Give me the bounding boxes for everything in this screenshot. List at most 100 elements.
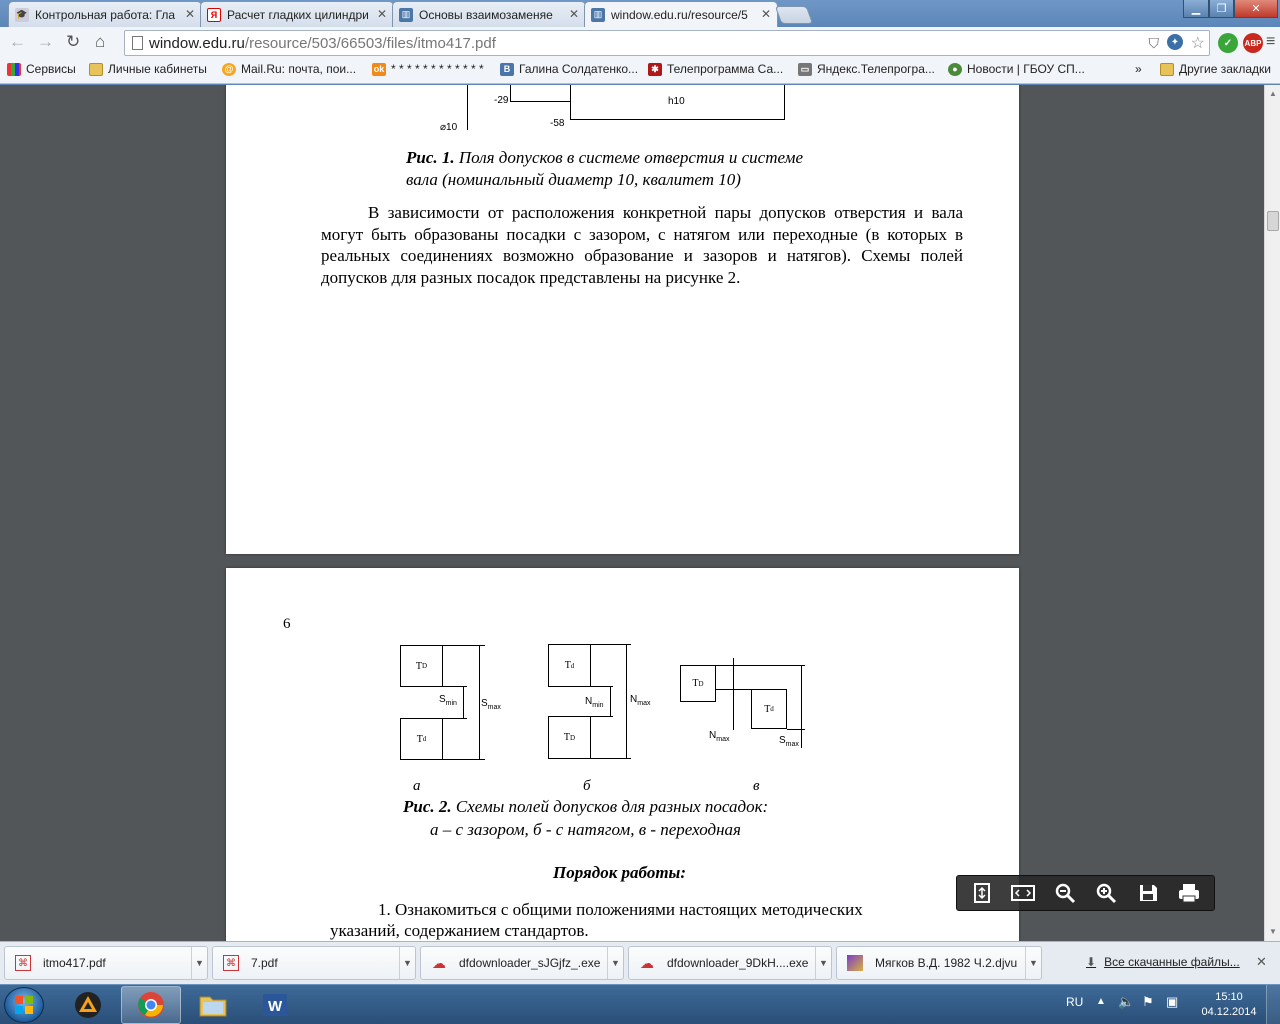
bookmark-services[interactable]: Сервисы [7, 62, 76, 76]
orange-triangle-app-icon [75, 992, 101, 1018]
fig1-caption: Рис. 1. Поля допусков в системе отверсти… [406, 148, 804, 167]
bookmark-star-icon[interactable]: ☆ [1191, 33, 1205, 53]
fit-width-icon[interactable] [1006, 878, 1040, 908]
fig2c-dim-line [733, 658, 734, 730]
bookmark-vk[interactable]: B Галина Солдатенко... [500, 62, 638, 76]
close-tab-icon[interactable]: ✕ [377, 7, 387, 21]
start-button[interactable] [4, 987, 44, 1023]
all-downloads-link[interactable]: ⬇ Все скачанные файлы... [1086, 955, 1240, 969]
language-indicator[interactable]: RU [1066, 995, 1083, 1009]
fig2b-nmin-label: Nmin [585, 696, 604, 709]
address-bar[interactable]: window.edu.ru/resource/503/66503/files/i… [124, 30, 1210, 56]
fig1-axis [467, 85, 468, 130]
scroll-down-arrow-icon[interactable]: ▼ [1269, 927, 1277, 936]
pdf-page-5: -29 h10 -58 ⌀10 Рис. 1. Поля допусков в … [226, 85, 1019, 554]
bookmark-news-gbou[interactable]: ● Новости | ГБОУ СП... [948, 62, 1085, 76]
tv-screen-icon: ▭ [798, 62, 812, 76]
clock-time: 15:10 [1215, 991, 1243, 1003]
chevron-down-icon[interactable]: ▼ [399, 947, 415, 979]
folder-icon [1160, 62, 1174, 76]
fit-page-icon[interactable] [965, 878, 999, 908]
close-tab-icon[interactable]: ✕ [569, 7, 579, 21]
page-number: 6 [283, 616, 291, 632]
book-icon: ▥ [591, 7, 605, 22]
reload-icon[interactable]: ↻ [66, 32, 80, 52]
volume-icon[interactable]: 🔈 [1118, 994, 1134, 1010]
mailru-icon: @ [222, 62, 236, 76]
scroll-up-arrow-icon[interactable]: ▲ [1269, 89, 1277, 98]
tab-control-work[interactable]: 🎓 Контрольная работа: Гла ✕ [8, 1, 202, 27]
vertical-scrollbar[interactable]: ▲ ▼ [1264, 85, 1280, 941]
security-shield-icon[interactable]: ✓ [1218, 33, 1238, 53]
download-item[interactable]: ⌘ 7.pdf ▼ [212, 946, 416, 980]
taskbar-app-explorer[interactable] [183, 986, 243, 1024]
fig2a-dim-line [479, 646, 480, 759]
fig2b-shaft-field: Td [548, 644, 591, 687]
adblock-icon[interactable]: ABP [1243, 33, 1263, 53]
fig1-label-minus58: -58 [550, 118, 565, 129]
network-icon[interactable]: ▣ [1166, 994, 1178, 1010]
download-item[interactable]: ☁ dfdownloader_sJGjfz_.exe ▼ [420, 946, 624, 980]
translate-icon[interactable]: ✦ [1167, 34, 1183, 50]
download-arrow-icon: ⬇ [1086, 955, 1097, 969]
odnoklassniki-icon: ok [372, 62, 386, 76]
action-center-flag-icon[interactable]: ⚑ [1142, 994, 1154, 1010]
zoom-in-icon[interactable] [1089, 878, 1123, 908]
scrollbar-thumb[interactable] [1267, 211, 1279, 231]
folder-icon [199, 996, 227, 1017]
fig2c-line [787, 729, 805, 730]
minimize-button[interactable]: ▁ [1183, 0, 1209, 18]
tab-interchangeability[interactable]: ▥ Основы взаимозаменяе ✕ [392, 1, 586, 27]
bookmark-yandex-tv[interactable]: ▭ Яндекс.Телепрогра... [798, 62, 935, 76]
browser-tab-strip: 🎓 Контрольная работа: Гла ✕ Я Расчет гла… [0, 0, 1280, 27]
close-tab-icon[interactable]: ✕ [761, 7, 771, 21]
tab-pdf-active[interactable]: ▥ window.edu.ru/resource/5 ✕ [584, 1, 778, 27]
close-tab-icon[interactable]: ✕ [185, 7, 195, 21]
bookmark-tv-program[interactable]: ✱ Телепрограмма Са... [648, 62, 783, 76]
pdf-viewer[interactable]: -29 h10 -58 ⌀10 Рис. 1. Поля допусков в … [0, 85, 1264, 941]
fig2b-dim-line [610, 686, 611, 716]
chevron-down-icon[interactable]: ▼ [815, 947, 831, 979]
shield-icon[interactable]: ⛉ [1149, 35, 1160, 52]
close-shelf-icon[interactable]: ✕ [1256, 954, 1267, 970]
chrome-icon [138, 992, 164, 1018]
download-item[interactable]: ⌘ itmo417.pdf ▼ [4, 946, 208, 980]
fig2b-line [591, 644, 631, 645]
bookmark-personal-cabinets[interactable]: Личные кабинеты [89, 62, 207, 76]
tray-expand-icon[interactable]: ▲ [1096, 996, 1106, 1007]
word-icon: W [263, 994, 287, 1016]
pdf-file-icon: ⌘ [15, 955, 31, 971]
chevron-down-icon[interactable]: ▼ [607, 947, 623, 979]
bookmark-mailru[interactable]: @ Mail.Ru: почта, пои... [222, 62, 356, 76]
zoom-out-icon[interactable] [1048, 878, 1082, 908]
clock[interactable]: 15:10 04.12.2014 [1196, 990, 1262, 1020]
bookmark-odnoklassniki[interactable]: ok * * * * * * * * * * * * [372, 62, 484, 76]
fig2b-letter: б [583, 778, 591, 794]
menu-icon[interactable]: ≡ [1266, 33, 1275, 51]
fig2-caption-line2: а – с зазором, б - с натягом, в - перехо… [430, 820, 741, 839]
download-item[interactable]: Мягков В.Д. 1982 Ч.2.djvu ▼ [836, 946, 1042, 980]
other-bookmarks[interactable]: Другие закладки [1160, 62, 1271, 76]
taskbar-app-avast[interactable] [58, 986, 118, 1024]
new-tab-button[interactable] [774, 6, 814, 24]
fig2c-shaft-field: Td [751, 689, 787, 729]
globe-icon: ● [948, 62, 962, 76]
print-icon[interactable] [1172, 878, 1206, 908]
close-window-button[interactable]: ✕ [1234, 0, 1278, 18]
forward-arrow-icon[interactable]: → [37, 32, 54, 52]
save-icon[interactable] [1131, 878, 1165, 908]
bookmarks-overflow-button[interactable]: » [1135, 62, 1142, 76]
home-icon[interactable]: ⌂ [95, 32, 105, 52]
download-item[interactable]: ☁ dfdownloader_9DkH....exe ▼ [628, 946, 832, 980]
back-arrow-icon[interactable]: ← [9, 32, 26, 52]
tab-smooth-cylinders[interactable]: Я Расчет гладких цилиндри ✕ [200, 1, 394, 27]
chevron-down-icon[interactable]: ▼ [191, 947, 207, 979]
fig2a-line [443, 718, 467, 719]
taskbar-app-word[interactable]: W [245, 986, 305, 1024]
fig2b-dim-line [626, 645, 627, 758]
chevron-down-icon[interactable]: ▼ [1025, 947, 1041, 979]
folder-icon [89, 62, 103, 76]
taskbar-app-chrome[interactable] [121, 986, 181, 1024]
maximize-button[interactable]: ❐ [1209, 0, 1234, 18]
show-desktop-button[interactable] [1266, 985, 1280, 1024]
